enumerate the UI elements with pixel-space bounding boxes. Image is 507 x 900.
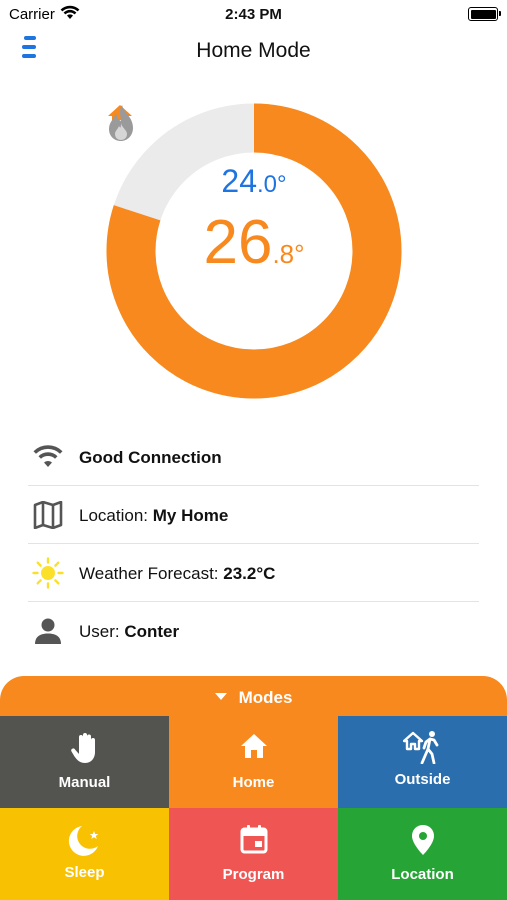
setpoint-temperature[interactable]: 24.0° bbox=[106, 163, 402, 200]
walking-person-icon bbox=[402, 731, 438, 765]
mode-program-button[interactable]: Program bbox=[169, 808, 338, 900]
location-text: Location: My Home bbox=[79, 506, 229, 525]
connection-status: Good Connection bbox=[79, 448, 222, 467]
map-icon bbox=[33, 501, 63, 529]
modes-toggle[interactable]: Modes bbox=[0, 688, 507, 708]
location-row[interactable]: Location: My Home bbox=[28, 486, 479, 544]
caret-down-icon bbox=[214, 693, 227, 700]
mode-grid: Manual Home Outside Sleep Program Locati… bbox=[0, 716, 507, 900]
status-bar: Carrier 2:43 PM bbox=[0, 0, 507, 28]
map-pin-icon bbox=[411, 825, 434, 855]
user-icon bbox=[35, 618, 61, 644]
status-time: 2:43 PM bbox=[225, 6, 282, 23]
thermostat-gauge[interactable]: 24.0° 26.8° bbox=[106, 103, 402, 399]
sun-icon bbox=[32, 557, 64, 589]
setpoint-integer: 24 bbox=[221, 163, 257, 199]
mode-outside-button[interactable]: Outside bbox=[338, 716, 507, 808]
modes-header[interactable]: Modes bbox=[0, 676, 507, 718]
user-text: User: Conter bbox=[79, 622, 180, 641]
moon-icon bbox=[68, 826, 98, 856]
weather-text: Weather Forecast: 23.2°C bbox=[79, 564, 276, 583]
flame-icon bbox=[109, 105, 133, 141]
hand-icon bbox=[70, 733, 95, 763]
mode-home-button[interactable]: Home bbox=[169, 716, 338, 808]
user-row[interactable]: User: Conter bbox=[28, 602, 479, 660]
current-temperature: 26.8° bbox=[106, 207, 402, 278]
home-icon bbox=[240, 734, 267, 758]
wifi-icon bbox=[33, 445, 63, 467]
info-list: Good Connection Location: My Home Weathe… bbox=[28, 428, 479, 660]
battery-icon bbox=[468, 7, 501, 21]
calendar-icon bbox=[240, 825, 267, 854]
current-integer: 26 bbox=[203, 208, 273, 277]
page-title: Home Mode bbox=[196, 39, 311, 62]
weather-row: Weather Forecast: 23.2°C bbox=[28, 544, 479, 602]
mode-location-button[interactable]: Location bbox=[338, 808, 507, 900]
mode-manual-button[interactable]: Manual bbox=[0, 716, 169, 808]
current-decimal: .8° bbox=[272, 239, 305, 269]
connection-row: Good Connection bbox=[28, 428, 479, 486]
mode-sleep-button[interactable]: Sleep bbox=[0, 808, 169, 900]
setpoint-decimal: .0° bbox=[256, 171, 287, 198]
